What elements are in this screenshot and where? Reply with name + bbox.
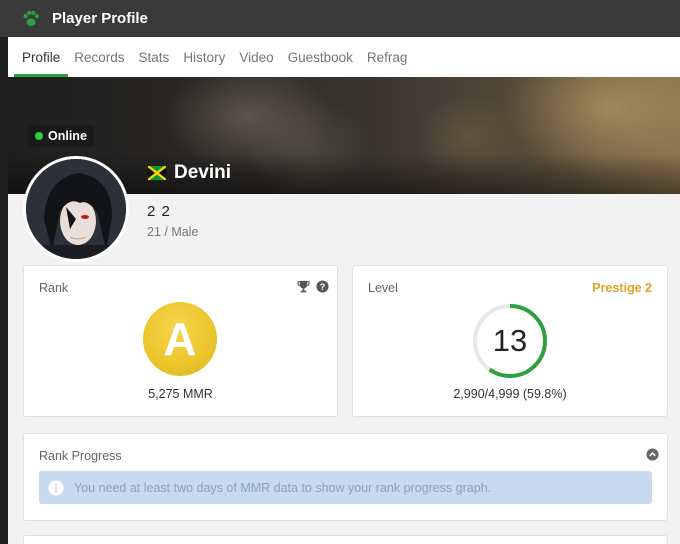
status-text: Online	[48, 129, 87, 143]
level-title: Level	[368, 281, 398, 295]
level-xp: 2,990/4,999 (59.8%)	[453, 387, 567, 401]
player-handle: 2 2	[147, 203, 171, 220]
app-title: Player Profile	[52, 10, 148, 27]
collapse-icon[interactable]	[646, 448, 659, 461]
rank-badge: A	[143, 302, 217, 376]
rank-progress-card: Rank Progress You need at least two days…	[23, 433, 668, 521]
tab-refrag[interactable]: Refrag	[367, 37, 408, 77]
rank-title: Rank	[39, 281, 69, 295]
trophy-icon[interactable]	[297, 280, 310, 293]
rank-progress-alert: You need at least two days of MMR data t…	[39, 471, 652, 504]
online-dot-icon	[35, 132, 43, 140]
left-strip	[0, 37, 8, 544]
tab-records[interactable]: Records	[74, 37, 124, 77]
rank-card: Rank ? A 5,275 MMR	[23, 265, 338, 417]
tab-video[interactable]: Video	[239, 37, 273, 77]
player-name-row: Devini	[148, 162, 231, 184]
player-name: Devini	[174, 162, 232, 183]
rank-letter: A	[163, 313, 197, 365]
help-icon[interactable]: ?	[316, 280, 329, 293]
tab-profile[interactable]: Profile	[14, 37, 69, 77]
status-badge: Online	[28, 125, 94, 147]
tab-guestbook[interactable]: Guestbook	[288, 37, 353, 77]
info-icon	[48, 480, 64, 495]
next-card	[23, 535, 668, 544]
player-age-sex: 21 / Male	[147, 225, 199, 239]
rank-progress-title: Rank Progress	[39, 449, 122, 463]
avatar-image	[26, 159, 126, 259]
tab-stats[interactable]: Stats	[139, 37, 170, 77]
tab-history[interactable]: History	[183, 37, 225, 77]
profile-panel: Profile Records Stats History Video Gues…	[8, 37, 680, 544]
level-card: Level Prestige 2 13 2,990/4,999 (59.8%)	[352, 265, 668, 417]
rank-progress-message: You need at least two days of MMR data t…	[74, 480, 492, 495]
avatar[interactable]	[23, 156, 129, 262]
prestige-label: Prestige 2	[592, 281, 652, 295]
level-number: 13	[492, 323, 528, 358]
profile-tabs: Profile Records Stats History Video Gues…	[8, 37, 680, 77]
rank-mmr: 5,275 MMR	[148, 387, 213, 401]
svg-text:?: ?	[320, 282, 326, 292]
app-titlebar: Player Profile	[0, 0, 680, 37]
paw-icon	[23, 10, 40, 26]
jamaica-flag-icon	[148, 166, 166, 180]
